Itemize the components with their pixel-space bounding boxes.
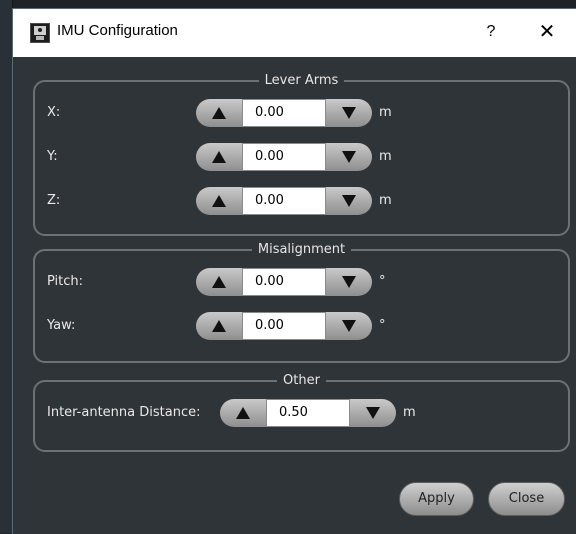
app-logo-icon — [30, 23, 50, 43]
lever-arm-x-decrement-button[interactable] — [196, 99, 242, 127]
yaw-value[interactable]: 0.00 — [242, 312, 326, 340]
yaw-unit: ° — [379, 318, 386, 333]
inter-antenna-distance-decrement-button[interactable] — [220, 399, 266, 427]
pitch-label: Pitch: — [47, 274, 84, 289]
lever-arm-z-unit: m — [379, 193, 392, 208]
inter-antenna-distance-unit: m — [403, 405, 416, 420]
triangle-down-icon — [342, 107, 356, 119]
pitch-value[interactable]: 0.00 — [242, 268, 326, 296]
misalignment-title: Misalignment — [35, 242, 568, 258]
inter-antenna-distance-label: Inter-antenna Distance: — [47, 405, 201, 420]
pitch-unit: ° — [379, 274, 386, 289]
lever-arm-y-decrement-button[interactable] — [196, 143, 242, 171]
lever-arm-z-value[interactable]: 0.00 — [242, 187, 326, 215]
pitch-row: Pitch: 0.00 ° — [35, 268, 568, 296]
inter-antenna-distance-row: Inter-antenna Distance: 0.50 m — [35, 399, 568, 427]
triangle-up-icon — [212, 320, 226, 332]
lever-arm-x-unit: m — [379, 105, 392, 120]
apply-button[interactable]: Apply — [399, 482, 474, 516]
triangle-up-icon — [236, 407, 250, 419]
triangle-down-icon — [366, 407, 380, 419]
triangle-up-icon — [212, 195, 226, 207]
triangle-down-icon — [342, 320, 356, 332]
other-title: Other — [35, 373, 568, 389]
yaw-increment-button[interactable] — [326, 312, 372, 340]
triangle-down-icon — [342, 276, 356, 288]
triangle-up-icon — [212, 151, 226, 163]
triangle-up-icon — [212, 107, 226, 119]
lever-arm-x-label: X: — [47, 105, 61, 120]
triangle-up-icon — [212, 276, 226, 288]
triangle-down-icon — [342, 151, 356, 163]
yaw-row: Yaw: 0.00 ° — [35, 312, 568, 340]
close-button[interactable]: Close — [488, 482, 565, 516]
lever-arm-z-label: Z: — [47, 193, 61, 208]
lever-arm-y-unit: m — [379, 149, 392, 164]
pitch-decrement-button[interactable] — [196, 268, 242, 296]
close-window-button[interactable]: ✕ — [533, 19, 561, 45]
dialog-title: IMU Configuration — [57, 22, 178, 39]
triangle-down-icon — [342, 195, 356, 207]
lever-arm-z-increment-button[interactable] — [326, 187, 372, 215]
imu-configuration-dialog: IMU Configuration ? ✕ Lever Arms X: 0.00… — [12, 8, 576, 534]
lever-arms-group: Lever Arms X: 0.00 m Y: 0.00 m Z: 0.00 m — [33, 73, 570, 236]
pitch-increment-button[interactable] — [326, 268, 372, 296]
lever-arm-z-row: Z: 0.00 m — [35, 187, 568, 215]
yaw-decrement-button[interactable] — [196, 312, 242, 340]
lever-arm-y-increment-button[interactable] — [326, 143, 372, 171]
misalignment-group: Misalignment Pitch: 0.00 ° Yaw: 0.00 ° — [33, 242, 570, 363]
lever-arm-y-label: Y: — [47, 149, 58, 164]
inter-antenna-distance-value[interactable]: 0.50 — [266, 399, 350, 427]
lever-arm-y-value[interactable]: 0.00 — [242, 143, 326, 171]
yaw-label: Yaw: — [47, 318, 76, 333]
lever-arm-x-value[interactable]: 0.00 — [242, 99, 326, 127]
other-group: Other Inter-antenna Distance: 0.50 m — [33, 373, 570, 452]
lever-arm-z-decrement-button[interactable] — [196, 187, 242, 215]
lever-arm-x-increment-button[interactable] — [326, 99, 372, 127]
lever-arm-x-row: X: 0.00 m — [35, 99, 568, 127]
lever-arms-title: Lever Arms — [35, 73, 568, 89]
help-button[interactable]: ? — [479, 19, 503, 45]
inter-antenna-distance-increment-button[interactable] — [350, 399, 396, 427]
title-bar: IMU Configuration ? ✕ — [13, 9, 576, 57]
lever-arm-y-row: Y: 0.00 m — [35, 143, 568, 171]
